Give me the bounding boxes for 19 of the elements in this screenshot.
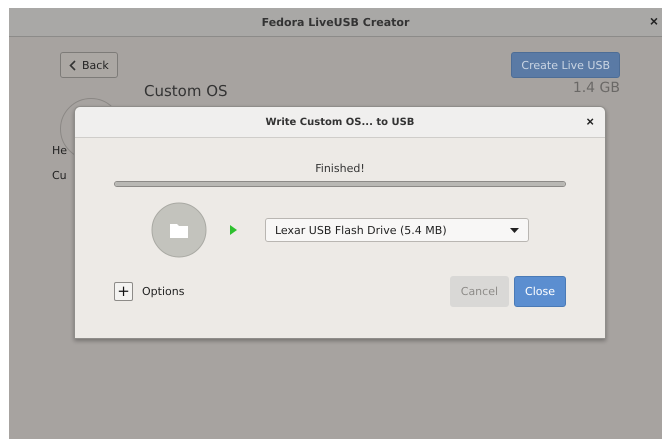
- dropdown-caret-icon: [510, 228, 519, 232]
- description-text: Cu: [52, 169, 68, 182]
- dialog-title: Write Custom OS... to USB: [266, 116, 414, 128]
- window-title: Fedora LiveUSB Creator: [262, 16, 410, 28]
- options-label: Options: [142, 285, 184, 298]
- close-button[interactable]: ×: [583, 114, 597, 129]
- drive-value: Lexar USB Flash Drive (5.4 MB): [275, 224, 447, 236]
- folder-icon: [151, 202, 207, 258]
- image-size: 1.4 GB: [572, 80, 620, 96]
- drive-dropdown[interactable]: Lexar USB Flash Drive (5.4 MB): [265, 218, 529, 242]
- dialog-button[interactable]: Close: [514, 276, 566, 307]
- close-button[interactable]: ×: [648, 13, 660, 29]
- image-name: Custom OS: [144, 82, 228, 100]
- options-toggle[interactable]: +: [114, 282, 133, 301]
- chevron-left-icon: [69, 60, 76, 70]
- play-arrow-icon: [230, 225, 237, 235]
- back-button[interactable]: Back: [60, 52, 118, 78]
- status-text: Finished!: [315, 162, 365, 175]
- description-text: He: [52, 144, 68, 157]
